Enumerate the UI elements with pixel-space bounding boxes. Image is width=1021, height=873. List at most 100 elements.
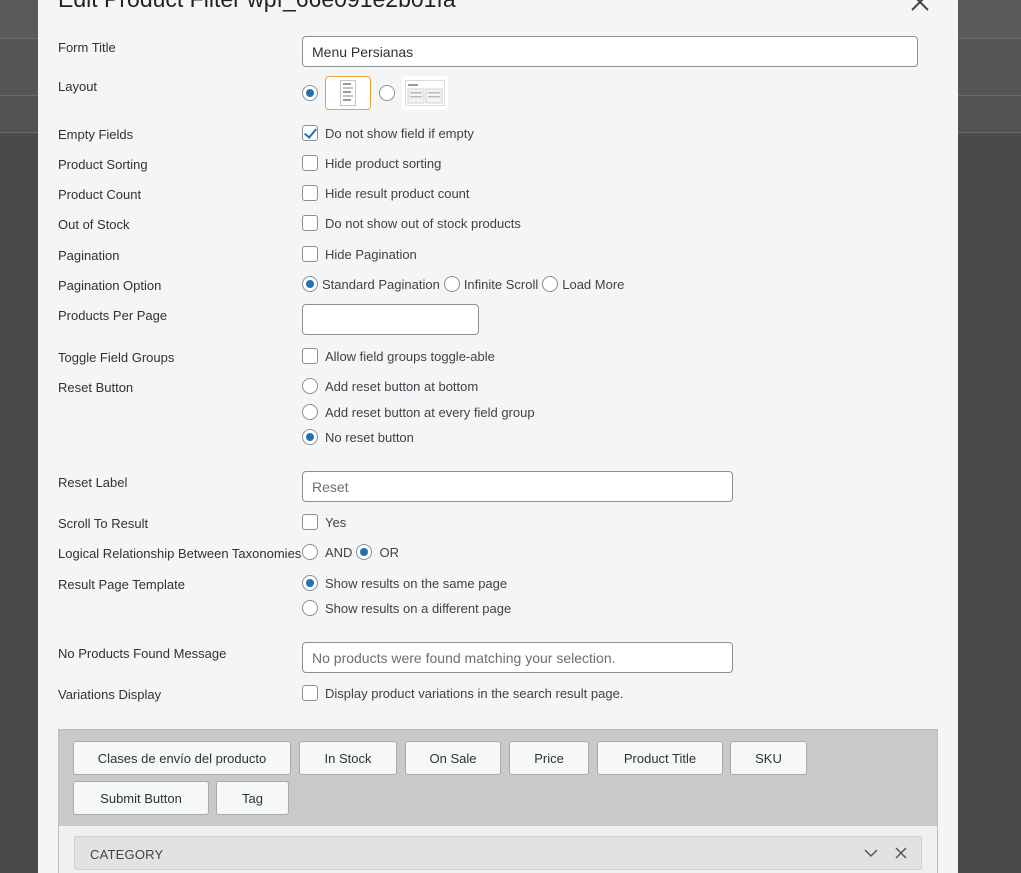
logical-relationship-label: Logical Relationship Between Taxonomies	[58, 546, 302, 561]
field-group-title: CATEGORY	[90, 847, 164, 862]
scroll-to-result-checkbox[interactable]	[302, 514, 318, 530]
same-page-radio[interactable]	[302, 575, 318, 591]
scroll-to-result-control: Yes	[302, 514, 346, 530]
empty-fields-label: Empty Fields	[58, 127, 134, 142]
infinite-scroll-radio[interactable]	[443, 276, 460, 292]
field-chip-sku[interactable]: SKU	[730, 741, 807, 775]
variations-display-label: Variations Display	[58, 687, 162, 702]
infinite-scroll-option: Infinite Scroll	[463, 276, 539, 292]
layout-horizontal-option[interactable]	[402, 76, 448, 110]
pagination-option-control: Standard Pagination Infinite Scroll Load…	[302, 276, 624, 292]
product-sorting-option: Hide product sorting	[325, 155, 442, 171]
no-products-message-label: No Products Found Message	[58, 646, 227, 661]
close-icon[interactable]	[893, 845, 909, 864]
field-chip-in-stock[interactable]: In Stock	[299, 741, 397, 775]
reset-every-group-option: Add reset button at every field group	[325, 404, 535, 420]
layout-horizontal-radio[interactable]	[379, 85, 395, 101]
field-group-category[interactable]: CATEGORY	[74, 836, 922, 870]
different-page-control: Show results on a different page	[302, 600, 511, 616]
no-reset-radio[interactable]	[302, 429, 318, 445]
product-count-control: Hide result product count	[302, 185, 470, 201]
form-title-control	[302, 36, 918, 67]
pagination-checkbox[interactable]	[302, 246, 318, 262]
field-chip-shipping-class[interactable]: Clases de envío del producto	[73, 741, 291, 775]
toggle-field-groups-checkbox[interactable]	[302, 348, 318, 364]
product-sorting-label: Product Sorting	[58, 157, 148, 172]
reset-every-group-radio[interactable]	[302, 404, 318, 420]
pagination-label: Pagination	[58, 248, 120, 263]
field-chip-price[interactable]: Price	[509, 741, 589, 775]
products-per-page-input[interactable]	[302, 304, 479, 335]
logical-relationship-control: AND OR	[302, 544, 399, 560]
layout-vertical-option[interactable]	[325, 76, 371, 110]
result-page-template-label: Result Page Template	[58, 577, 185, 592]
field-chip-product-title[interactable]: Product Title	[597, 741, 723, 775]
no-reset-option: No reset button	[325, 429, 414, 445]
product-count-label: Product Count	[58, 187, 142, 202]
available-fields-panel: Clases de envío del producto In Stock On…	[58, 729, 938, 873]
no-products-message-control	[302, 642, 733, 673]
out-of-stock-option: Do not show out of stock products	[325, 215, 521, 231]
toggle-field-groups-control: Allow field groups toggle-able	[302, 348, 495, 364]
form-title-label: Form Title	[58, 40, 116, 55]
empty-fields-checkbox[interactable]	[302, 125, 318, 141]
close-modal-button[interactable]	[906, 0, 934, 16]
toggle-field-groups-label: Toggle Field Groups	[58, 350, 175, 365]
pagination-option: Hide Pagination	[325, 246, 417, 262]
reset-label-control	[302, 471, 733, 502]
edit-filter-modal: Edit Product Filter wpf_66e091e2b01fa Fo…	[38, 0, 958, 873]
different-page-option: Show results on a different page	[325, 600, 512, 616]
field-chip-submit-button[interactable]: Submit Button	[73, 781, 209, 815]
reset-label-input[interactable]	[302, 471, 733, 502]
chevron-down-icon[interactable]	[863, 845, 879, 864]
layout-vertical-icon	[340, 80, 356, 106]
load-more-radio[interactable]	[542, 276, 559, 292]
no-reset-control: No reset button	[302, 429, 414, 445]
out-of-stock-label: Out of Stock	[58, 217, 130, 232]
different-page-radio[interactable]	[302, 600, 318, 616]
field-groups-area: CATEGORY	[59, 826, 937, 873]
field-chip-tag[interactable]: Tag	[216, 781, 289, 815]
layout-vertical-radio[interactable]	[302, 85, 318, 101]
reset-label-label: Reset Label	[58, 475, 128, 490]
standard-pagination-option: Standard Pagination	[322, 276, 440, 292]
products-per-page-label: Products Per Page	[58, 308, 168, 323]
logical-or-option: OR	[379, 544, 399, 560]
load-more-option: Load More	[562, 276, 625, 292]
product-sorting-control: Hide product sorting	[302, 155, 441, 171]
reset-bottom-control: Add reset button at bottom	[302, 378, 478, 394]
variations-display-checkbox[interactable]	[302, 685, 318, 701]
reset-every-group-control: Add reset button at every field group	[302, 404, 535, 420]
products-per-page-control	[302, 304, 479, 335]
variations-display-option: Display product variations in the search…	[325, 685, 624, 701]
field-chip-on-sale[interactable]: On Sale	[405, 741, 501, 775]
out-of-stock-checkbox[interactable]	[302, 215, 318, 231]
out-of-stock-control: Do not show out of stock products	[302, 215, 521, 231]
same-page-option: Show results on the same page	[325, 575, 508, 591]
form-title-input[interactable]	[302, 36, 918, 67]
product-count-checkbox[interactable]	[302, 185, 318, 201]
reset-bottom-radio[interactable]	[302, 378, 318, 394]
scroll-to-result-label: Scroll To Result	[58, 516, 149, 531]
pagination-option-label: Pagination Option	[58, 278, 162, 293]
product-count-option: Hide result product count	[325, 185, 470, 201]
empty-fields-option: Do not show field if empty	[325, 125, 474, 141]
same-page-control: Show results on the same page	[302, 575, 507, 591]
product-sorting-checkbox[interactable]	[302, 155, 318, 171]
empty-fields-control: Do not show field if empty	[302, 125, 474, 141]
close-icon	[911, 0, 929, 11]
variations-display-control: Display product variations in the search…	[302, 685, 623, 701]
reset-button-label: Reset Button	[58, 380, 134, 395]
layout-label: Layout	[58, 79, 98, 94]
no-products-message-input[interactable]	[302, 642, 733, 673]
standard-pagination-radio[interactable]	[302, 276, 318, 292]
layout-horizontal-icon	[405, 80, 445, 106]
logical-and-radio[interactable]	[302, 544, 318, 560]
pagination-control: Hide Pagination	[302, 246, 417, 262]
scroll-to-result-option: Yes	[325, 514, 347, 530]
logical-or-radio[interactable]	[356, 544, 373, 560]
toggle-field-groups-option: Allow field groups toggle-able	[325, 348, 495, 364]
reset-bottom-option: Add reset button at bottom	[325, 378, 479, 394]
modal-title: Edit Product Filter wpf_66e091e2b01fa	[58, 0, 456, 13]
logical-and-option: AND	[325, 544, 353, 560]
